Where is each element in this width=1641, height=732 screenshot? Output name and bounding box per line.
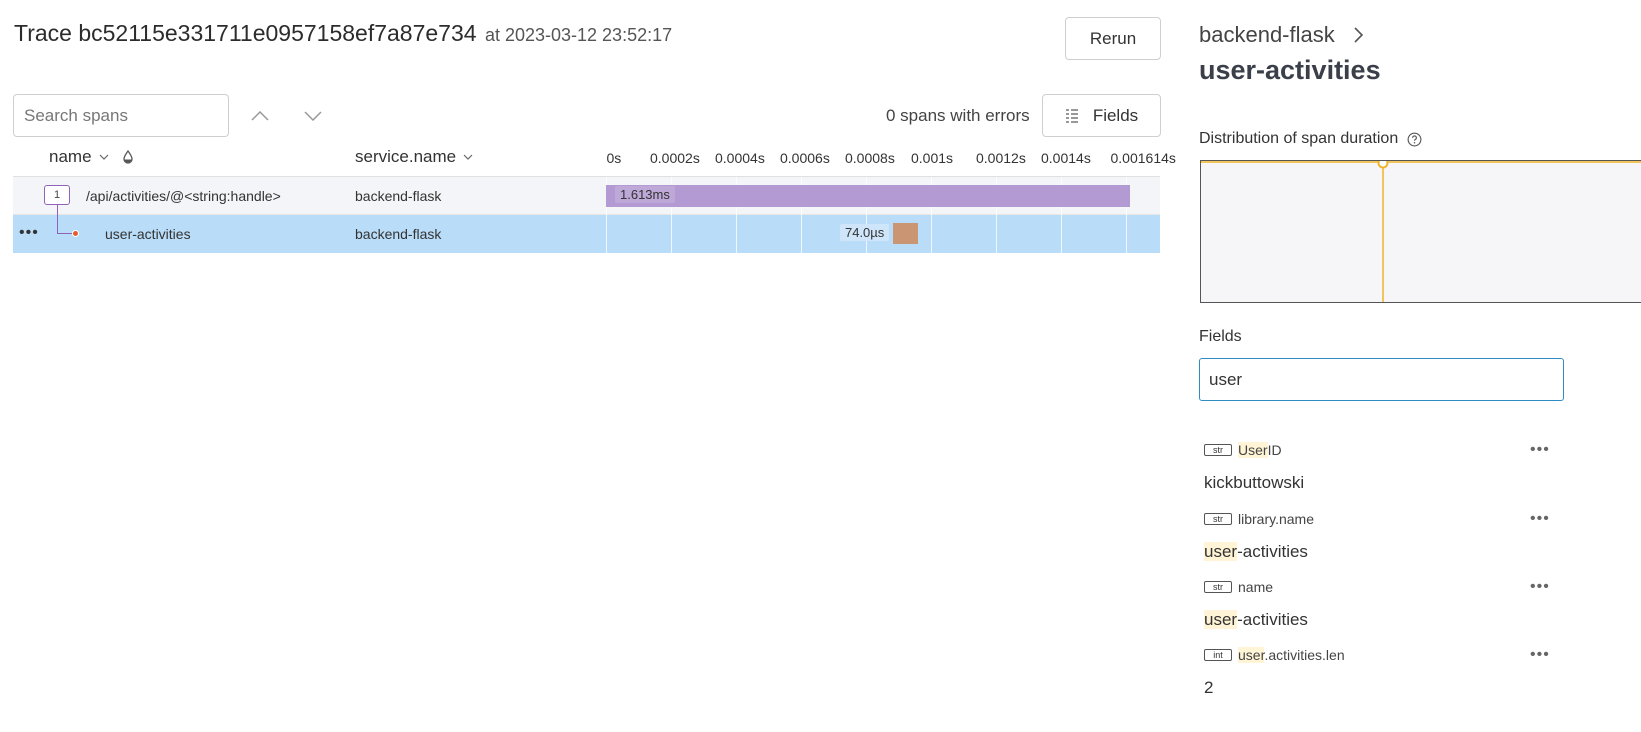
span-title: user-activities <box>1199 55 1381 85</box>
tick-label: 0.0002s <box>650 150 700 166</box>
field-name: library.name <box>1238 511 1314 527</box>
chevron-up-icon <box>251 111 269 121</box>
column-header-name-label: name <box>49 147 92 166</box>
field-more-options-icon[interactable]: ••• <box>1530 578 1550 596</box>
field-value-match: user <box>1204 610 1238 629</box>
span-name: user-activities <box>105 226 191 242</box>
field-more-options-icon[interactable]: ••• <box>1530 510 1550 528</box>
fields-button-label: Fields <box>1092 105 1139 125</box>
drop-icon[interactable] <box>122 150 134 164</box>
fields-section-title: Fields <box>1199 328 1242 345</box>
field-key: int user.activities.len <box>1204 645 1559 665</box>
tick-label: 0.0004s <box>715 150 765 166</box>
field-type-badge: str <box>1204 444 1232 456</box>
field-name: name <box>1238 579 1274 595</box>
field-more-options-icon[interactable]: ••• <box>1530 441 1550 459</box>
span-duration-label: 74.0µs <box>839 224 890 241</box>
rerun-button[interactable]: Rerun <box>1065 17 1161 60</box>
chevron-down-icon <box>463 154 473 160</box>
field-value-match: user <box>1204 542 1238 561</box>
tick-label: 0.0008s <box>845 150 895 166</box>
span-service: backend-flask <box>355 188 442 204</box>
field-name: user.activities.len <box>1238 647 1345 663</box>
field-name-match: User <box>1238 442 1268 458</box>
selected-span-marker[interactable] <box>1377 161 1389 169</box>
fields-button[interactable]: Fields <box>1042 94 1161 137</box>
field-more-options-icon[interactable]: ••• <box>1530 646 1550 664</box>
span-duration-bar[interactable] <box>892 223 918 244</box>
chevron-right-icon <box>1354 27 1363 43</box>
breadcrumb-service[interactable]: backend-flask <box>1199 22 1335 48</box>
chevron-down-icon <box>99 154 108 160</box>
field-key: str UserID <box>1204 440 1559 460</box>
tick-label: 0.0014s <box>1041 150 1091 166</box>
child-count-badge[interactable]: 1 <box>44 185 70 205</box>
span-service: backend-flask <box>355 226 442 242</box>
column-header-service-label: service.name <box>355 147 457 166</box>
column-header-name[interactable]: name <box>49 147 134 167</box>
breadcrumb: backend-flask <box>1199 22 1363 48</box>
field-value: user-activities <box>1204 542 1308 561</box>
trace-timestamp: at 2023-03-12 23:52:17 <box>484 25 673 45</box>
tick-label: 0.001s <box>911 150 954 166</box>
previous-match-button[interactable] <box>250 106 270 126</box>
span-name: /api/activities/@<string:handle> <box>86 188 281 204</box>
distribution-title-label: Distribution of span duration <box>1199 130 1399 147</box>
list-columns-icon <box>1065 108 1078 123</box>
errors-count: 0 spans with errors <box>886 106 1030 125</box>
field-name-match: user <box>1238 647 1265 663</box>
trace-title: Trace bc52115e331711e0957158ef7a87e734 a… <box>14 20 672 47</box>
column-header-service[interactable]: service.name <box>355 147 473 167</box>
next-match-button[interactable] <box>303 106 323 126</box>
more-options-icon[interactable]: ••• <box>19 224 39 242</box>
search-spans-input[interactable] <box>13 94 229 137</box>
distribution-title: Distribution of span duration <box>1199 130 1422 148</box>
help-icon[interactable] <box>1407 132 1422 147</box>
field-item[interactable]: str UserID kickbuttowski <box>1204 440 1559 493</box>
span-row-selected[interactable]: ••• user-activities backend-flask <box>13 215 1160 253</box>
field-item[interactable]: str library.name user-activities <box>1204 509 1559 562</box>
field-key: str library.name <box>1204 509 1559 529</box>
tick-label: 0.001614s <box>1110 150 1176 166</box>
span-duration-label: 1.613ms <box>615 186 675 203</box>
field-type-badge: str <box>1204 513 1232 525</box>
field-key: str name <box>1204 577 1559 597</box>
tick-label: 0.0006s <box>780 150 830 166</box>
field-value: kickbuttowski <box>1204 473 1305 492</box>
field-item[interactable]: str name user-activities <box>1204 577 1559 630</box>
field-value: 2 <box>1204 678 1214 697</box>
span-status-dot <box>72 230 79 237</box>
span-duration-bar[interactable] <box>606 185 1130 207</box>
tick-label: 0s <box>606 150 622 166</box>
field-name: UserID <box>1238 442 1282 458</box>
fields-filter-input[interactable] <box>1199 358 1564 401</box>
field-item[interactable]: int user.activities.len 2 <box>1204 645 1559 698</box>
tree-connector <box>57 205 74 234</box>
chevron-down-icon <box>304 111 322 121</box>
duration-distribution-chart[interactable] <box>1200 160 1641 303</box>
trace-id: Trace bc52115e331711e0957158ef7a87e734 <box>14 20 477 46</box>
field-value: user-activities <box>1204 610 1308 629</box>
tick-label: 0.0012s <box>976 150 1026 166</box>
field-type-badge: int <box>1204 649 1232 661</box>
field-type-badge: str <box>1204 581 1232 593</box>
